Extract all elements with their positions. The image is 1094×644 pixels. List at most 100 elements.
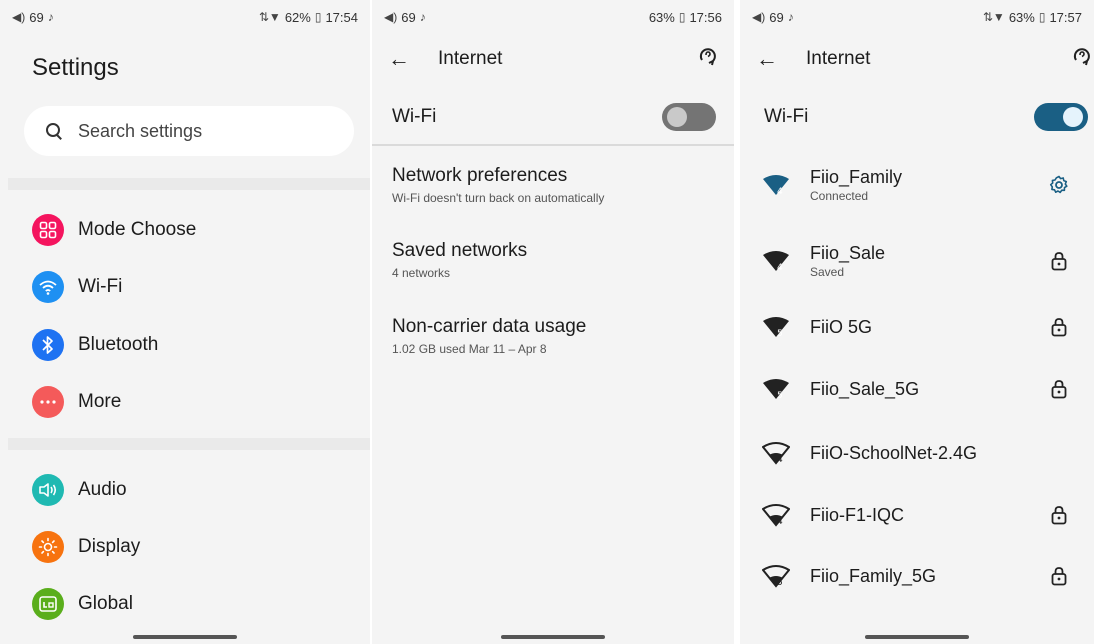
battery-percent: 62% [284, 9, 311, 25]
wifi-icon [32, 271, 64, 303]
internet-screen-wifi-on: ◀) 69 ♪ ⇅▼ 63% ▯ 17:57 ← Internet Wi-Fi … [740, 0, 1094, 644]
menu-item-audio[interactable]: Audio [32, 470, 127, 510]
app-header: ← Internet [372, 40, 734, 78]
grid-icon [32, 214, 64, 246]
toggle-knob [667, 107, 687, 127]
menu-item-global[interactable]: Global [32, 584, 133, 624]
menu-item-label: More [78, 391, 122, 412]
help-icon[interactable] [1072, 46, 1092, 72]
pref-title: Saved networks [392, 240, 528, 261]
menu-item-more[interactable]: More [32, 382, 121, 422]
network-item[interactable]: 4 FiiO-SchoolNet-2.4G [740, 428, 1094, 478]
battery-percent: 63% [1008, 9, 1035, 25]
search-icon [44, 121, 64, 141]
menu-item-label: Global [78, 593, 133, 614]
svg-text:4: 4 [777, 187, 783, 197]
volume-icon: ◀) [12, 10, 26, 24]
brightness-icon [32, 531, 64, 563]
saved-networks-item[interactable]: Saved networks 4 networks [392, 239, 724, 281]
network-item[interactable]: 5 FiiO 5G [740, 302, 1094, 352]
network-name: FiiO-SchoolNet-2.4G [810, 443, 978, 463]
network-name: Fiio_Sale [810, 243, 886, 263]
group-divider [8, 438, 370, 450]
network-name: Fiio_Family [810, 167, 903, 187]
network-item[interactable]: 4 Fiio-F1-IQC [740, 490, 1094, 540]
header-title: Internet [806, 48, 871, 69]
more-dots-icon [32, 386, 64, 418]
lock-icon [1048, 504, 1070, 526]
music-note-icon: ♪ [787, 10, 794, 24]
volume-level: 69 [401, 9, 416, 25]
svg-text:4: 4 [777, 263, 783, 273]
wifi-label: Wi-Fi [764, 106, 809, 127]
network-item[interactable]: 4 Fiio_Sale Saved [740, 236, 1094, 286]
wifi-signal-icon: ⇅▼ [982, 10, 1005, 24]
section-divider [372, 144, 734, 146]
network-preferences-item[interactable]: Network preferences Wi-Fi doesn't turn b… [392, 164, 724, 206]
app-header: ← Internet [740, 40, 1094, 78]
help-icon[interactable] [698, 46, 718, 72]
pref-subtitle: 1.02 GB used Mar 11 – Apr 8 [392, 342, 547, 356]
lock-icon [1048, 378, 1070, 400]
pref-subtitle: Wi-Fi doesn't turn back on automatically [392, 191, 605, 205]
network-status: Connected [810, 189, 869, 203]
wifi-signal-full-icon: 4 [763, 251, 789, 273]
home-indicator[interactable] [501, 635, 605, 639]
svg-text:5: 5 [777, 578, 783, 588]
network-name: Fiio_Family_5G [810, 566, 937, 586]
home-indicator[interactable] [133, 635, 237, 639]
clock: 17:56 [689, 9, 722, 25]
menu-item-label: Wi-Fi [78, 276, 123, 297]
volume-icon: ◀) [752, 10, 766, 24]
wifi-signal-full-icon: 5 [763, 317, 789, 339]
music-note-icon: ♪ [419, 10, 426, 24]
speaker-icon [32, 474, 64, 506]
music-note-icon: ♪ [47, 10, 54, 24]
search-placeholder: Search settings [78, 120, 203, 141]
network-item[interactable]: 5 Fiio_Sale_5G [740, 364, 1094, 414]
menu-item-bluetooth[interactable]: Bluetooth [32, 325, 158, 365]
back-arrow-icon[interactable]: ← [388, 46, 410, 72]
menu-item-display[interactable]: Display [32, 527, 140, 567]
network-name: FiiO 5G [810, 317, 873, 337]
wifi-signal-weak-icon: 4 [762, 442, 790, 465]
back-arrow-icon[interactable]: ← [756, 46, 778, 72]
network-status: Saved [810, 265, 845, 279]
menu-item-wifi[interactable]: Wi-Fi [32, 267, 122, 307]
volume-level: 69 [769, 9, 784, 25]
search-bar[interactable]: Search settings [24, 106, 354, 156]
network-name: Fiio-F1-IQC [810, 505, 904, 525]
wifi-toggle-row[interactable]: Wi-Fi [372, 90, 734, 144]
header-title: Internet [438, 48, 503, 69]
wifi-signal-weak-icon: 5 [762, 565, 790, 588]
wifi-toggle[interactable] [1034, 103, 1088, 131]
wifi-toggle-row[interactable]: Wi-Fi [740, 90, 1094, 144]
volume-level: 69 [29, 9, 44, 25]
wifi-signal-weak-icon: 4 [762, 504, 790, 527]
network-item[interactable]: 4 Fiio_Family Connected [740, 160, 1094, 210]
lock-icon [1048, 250, 1070, 272]
pref-subtitle: 4 networks [392, 266, 451, 280]
wifi-signal-full-icon: 4 [763, 175, 789, 197]
bluetooth-icon [32, 329, 64, 361]
svg-text:5: 5 [777, 391, 783, 401]
network-item[interactable]: 5 Fiio_Family_5G [740, 551, 1094, 601]
wifi-toggle[interactable] [662, 103, 716, 131]
status-bar: ◀) 69 ♪ ⇅▼ 63% ▯ 17:57 [740, 0, 1094, 34]
menu-item-label: Display [78, 536, 141, 557]
settings-screen: ◀) 69 ♪ ⇅▼ 62% ▯ 17:54 Settings Search s… [0, 0, 370, 644]
lock-icon [1048, 565, 1070, 587]
battery-icon: ▯ [1038, 10, 1046, 24]
wifi-signal-full-icon: 5 [763, 379, 789, 401]
pref-title: Network preferences [392, 165, 568, 186]
wifi-label: Wi-Fi [392, 106, 437, 127]
clock: 17:54 [325, 9, 358, 25]
lock-icon [1048, 316, 1070, 338]
internet-screen-wifi-off: ◀) 69 ♪ 63% ▯ 17:56 ← Internet Wi-Fi Net… [372, 0, 734, 644]
status-bar: ◀) 69 ♪ ⇅▼ 62% ▯ 17:54 [0, 0, 370, 34]
menu-item-label: Audio [78, 479, 127, 500]
menu-item-mode-choose[interactable]: Mode Choose [32, 210, 196, 250]
data-usage-item[interactable]: Non-carrier data usage 1.02 GB used Mar … [392, 315, 724, 357]
home-indicator[interactable] [865, 635, 969, 639]
gear-icon[interactable] [1048, 174, 1070, 196]
